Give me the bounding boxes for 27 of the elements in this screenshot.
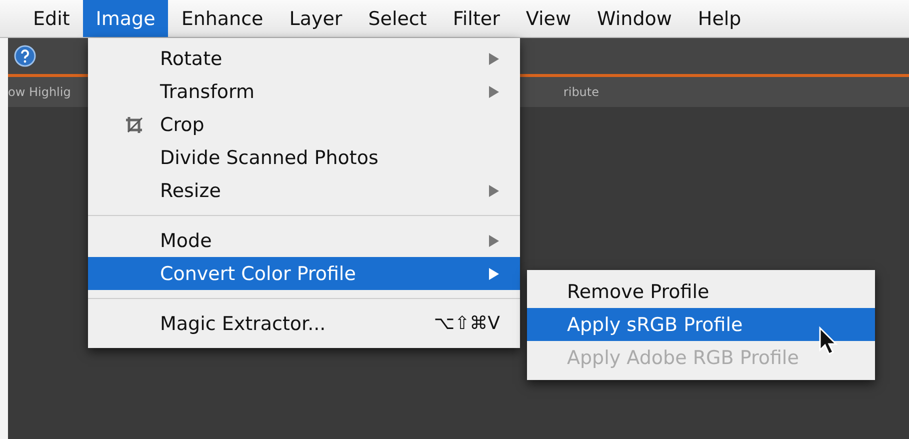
menu-bar-item[interactable]: View — [512, 0, 584, 37]
menu-bar-item[interactable]: Filter — [440, 0, 513, 37]
menu-item[interactable]: Apply sRGB Profile — [527, 308, 875, 341]
menu-item[interactable]: Transform — [88, 75, 520, 108]
menu-item[interactable]: Remove Profile — [527, 275, 875, 308]
menu-item[interactable]: Crop — [88, 108, 520, 141]
menu-bar-item[interactable]: Help — [684, 0, 754, 37]
submenu-arrow-icon — [488, 266, 500, 280]
menu-item[interactable]: Mode — [88, 224, 520, 257]
menu-bar-item[interactable]: Edit — [20, 0, 83, 37]
help-icon[interactable] — [14, 45, 36, 67]
menu-item[interactable]: Divide Scanned Photos — [88, 141, 520, 174]
toolbar-label: ow Highlig — [8, 85, 71, 99]
menu-item[interactable]: Resize — [88, 174, 520, 207]
mouse-pointer-icon — [818, 326, 840, 356]
menu-bar-item[interactable]: Layer — [276, 0, 356, 37]
submenu-arrow-icon — [488, 84, 500, 98]
submenu-arrow-icon — [488, 184, 500, 198]
menu-bar-item[interactable]: Select — [355, 0, 440, 37]
menu-item[interactable]: Magic Extractor... ⌥⇧⌘V — [88, 307, 520, 340]
submenu-arrow-icon — [488, 52, 500, 66]
menu-bar-item[interactable]: Image — [82, 0, 168, 37]
submenu-arrow-icon — [488, 234, 500, 248]
menu-item[interactable]: Convert Color Profile — [88, 257, 520, 290]
toolbar-label: ribute — [563, 85, 599, 99]
menu-bar-item[interactable]: Enhance — [168, 0, 276, 37]
menu-bar-item[interactable]: Window — [584, 0, 685, 37]
